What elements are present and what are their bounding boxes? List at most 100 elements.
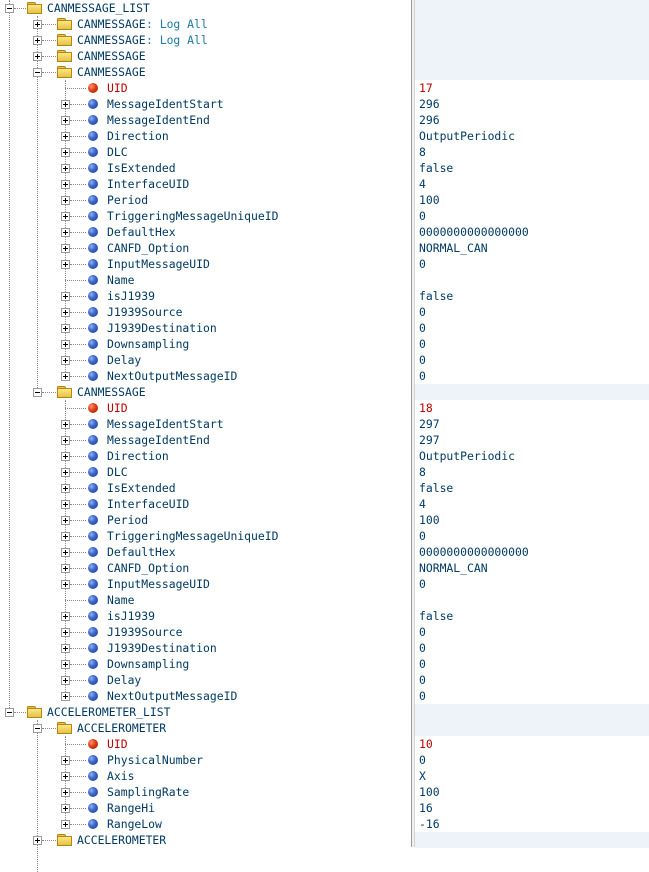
expand-icon[interactable] [61,676,70,685]
tree-field-downsampling[interactable]: Downsampling [0,336,410,352]
tree-field-dlc[interactable]: DLC [0,144,410,160]
tree-field-messageidentstart[interactable]: MessageIdentStart [0,96,410,112]
tree-field-interfaceuid[interactable]: InterfaceUID [0,176,410,192]
expand-icon[interactable] [61,308,70,317]
expand-icon[interactable] [61,116,70,125]
tree-field-defaulthex[interactable]: DefaultHex [0,224,410,240]
tree-node-canmessage[interactable]: CANMESSAGE : Log All [0,32,410,48]
tree-field-j1939source[interactable]: J1939Source [0,304,410,320]
expand-icon[interactable] [61,644,70,653]
expand-icon[interactable] [61,420,70,429]
expand-icon[interactable] [61,452,70,461]
expand-icon[interactable] [61,196,70,205]
expand-icon[interactable] [61,468,70,477]
tree-field-rangelow[interactable]: RangeLow [0,816,410,832]
tree-field-messageidentstart[interactable]: MessageIdentStart [0,416,410,432]
expand-icon[interactable] [61,180,70,189]
expand-icon[interactable] [61,212,70,221]
expand-icon[interactable] [61,628,70,637]
tree-field-delay[interactable]: Delay [0,672,410,688]
expand-icon[interactable] [61,804,70,813]
tree-field-j1939source[interactable]: J1939Source [0,624,410,640]
tree-field-messageidentend[interactable]: MessageIdentEnd [0,112,410,128]
expand-icon[interactable] [61,340,70,349]
tree-field-canfd_option[interactable]: CANFD_Option [0,560,410,576]
tree-field-uid[interactable]: UID [0,80,410,96]
tree-field-samplingrate[interactable]: SamplingRate [0,784,410,800]
expand-icon[interactable] [33,52,42,61]
expand-icon[interactable] [61,148,70,157]
expand-icon[interactable] [61,100,70,109]
tree-node-accelerometer[interactable]: ACCELEROMETER [0,832,410,848]
expand-icon[interactable] [61,164,70,173]
tree-field-uid[interactable]: UID [0,736,410,752]
collapse-icon[interactable] [5,708,14,717]
expand-icon[interactable] [33,836,42,845]
tree-field-period[interactable]: Period [0,192,410,208]
tree-field-name[interactable]: Name [0,592,410,608]
expand-icon[interactable] [61,580,70,589]
expand-icon[interactable] [61,820,70,829]
expand-icon[interactable] [61,548,70,557]
expand-icon[interactable] [61,772,70,781]
tree-field-isj1939[interactable]: isJ1939 [0,608,410,624]
tree-node-canmessage[interactable]: CANMESSAGE : Log All [0,16,410,32]
expand-icon[interactable] [61,132,70,141]
collapse-icon[interactable] [33,68,42,77]
expand-icon[interactable] [61,436,70,445]
expand-icon[interactable] [61,356,70,365]
expand-icon[interactable] [61,500,70,509]
expand-icon[interactable] [33,20,42,29]
expand-icon[interactable] [61,660,70,669]
expand-icon[interactable] [61,692,70,701]
tree-field-isextended[interactable]: IsExtended [0,480,410,496]
tree-field-triggeringmessageuniqueid[interactable]: TriggeringMessageUniqueID [0,208,410,224]
tree-field-inputmessageuid[interactable]: InputMessageUID [0,576,410,592]
expand-icon[interactable] [61,244,70,253]
collapse-icon[interactable] [33,388,42,397]
tree-field-direction[interactable]: Direction [0,128,410,144]
tree-field-triggeringmessageuniqueid[interactable]: TriggeringMessageUniqueID [0,528,410,544]
expand-icon[interactable] [61,372,70,381]
expand-icon[interactable] [61,516,70,525]
tree-node-canmessage[interactable]: CANMESSAGE [0,64,410,80]
tree-field-nextoutputmessageid[interactable]: NextOutputMessageID [0,368,410,384]
expand-icon[interactable] [61,324,70,333]
tree-field-axis[interactable]: Axis [0,768,410,784]
tree-field-messageidentend[interactable]: MessageIdentEnd [0,432,410,448]
tree-node-accelerometer[interactable]: ACCELEROMETER [0,720,410,736]
tree-node-accelerometer-list[interactable]: ACCELEROMETER_LIST [0,704,410,720]
expand-icon[interactable] [61,756,70,765]
tree-node-canmessage[interactable]: CANMESSAGE [0,384,410,400]
tree-field-canfd_option[interactable]: CANFD_Option [0,240,410,256]
tree-field-downsampling[interactable]: Downsampling [0,656,410,672]
tree-field-isj1939[interactable]: isJ1939 [0,288,410,304]
tree-field-name[interactable]: Name [0,272,410,288]
expand-icon[interactable] [33,36,42,45]
tree-field-uid[interactable]: UID [0,400,410,416]
collapse-icon[interactable] [5,4,14,13]
tree-field-period[interactable]: Period [0,512,410,528]
collapse-icon[interactable] [33,724,42,733]
tree-field-physicalnumber[interactable]: PhysicalNumber [0,752,410,768]
tree-field-interfaceuid[interactable]: InterfaceUID [0,496,410,512]
tree-field-nextoutputmessageid[interactable]: NextOutputMessageID [0,688,410,704]
tree-field-rangehi[interactable]: RangeHi [0,800,410,816]
tree-field-j1939destination[interactable]: J1939Destination [0,320,410,336]
tree-field-inputmessageuid[interactable]: InputMessageUID [0,256,410,272]
tree-field-j1939destination[interactable]: J1939Destination [0,640,410,656]
tree-field-delay[interactable]: Delay [0,352,410,368]
tree-field-defaulthex[interactable]: DefaultHex [0,544,410,560]
expand-icon[interactable] [61,532,70,541]
expand-icon[interactable] [61,228,70,237]
tree-field-dlc[interactable]: DLC [0,464,410,480]
expand-icon[interactable] [61,260,70,269]
tree-node-canmessage[interactable]: CANMESSAGE [0,48,410,64]
expand-icon[interactable] [61,292,70,301]
tree-field-direction[interactable]: Direction [0,448,410,464]
expand-icon[interactable] [61,612,70,621]
expand-icon[interactable] [61,788,70,797]
tree-node-canmessage-list[interactable]: CANMESSAGE_LIST [0,0,410,16]
expand-icon[interactable] [61,564,70,573]
tree-field-isextended[interactable]: IsExtended [0,160,410,176]
